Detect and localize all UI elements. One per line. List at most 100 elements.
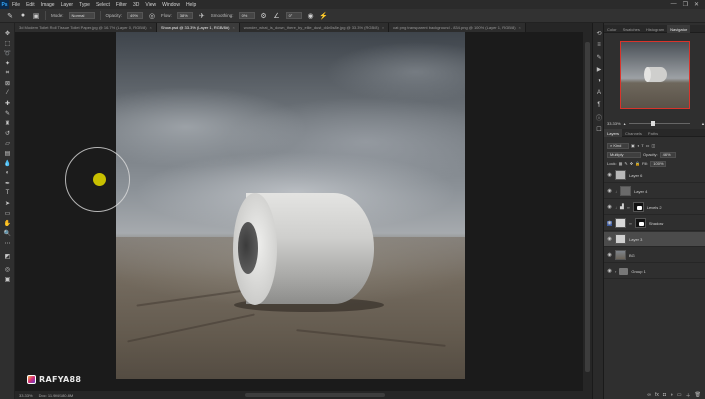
gradient-tool-icon[interactable]: ▤ [3,149,12,157]
layer-row[interactable]: ◉ Layer 6 [604,168,705,183]
adjustments-icon[interactable]: ◑ [595,77,603,85]
libraries-icon[interactable]: ☐ [595,125,603,133]
zoom-slider-knob[interactable] [650,120,655,126]
pressure-size-icon[interactable]: ◉ [307,12,315,20]
menu-image[interactable]: Image [38,2,58,8]
zoom-in-icon[interactable]: ▲ [701,121,705,126]
doc-size[interactable]: Doc: 11.9M/180.8M [39,393,74,398]
info-icon[interactable]: ⓘ [595,113,603,122]
zoom-tool-icon[interactable]: 🔍 [3,229,12,237]
angle-field[interactable]: 0° [285,12,302,19]
airbrush-icon[interactable]: ✈ [198,12,206,20]
pen-tool-icon[interactable]: ✒ [3,179,12,187]
lock-paint-icon[interactable]: ✎ [624,161,627,166]
scrollbar-thumb[interactable] [245,393,385,397]
visibility-eye-icon[interactable]: ◉ [607,252,612,258]
link-layers-icon[interactable]: ∞ [647,392,651,398]
properties-icon[interactable]: ≡ [595,41,603,49]
menu-layer[interactable]: Layer [58,2,77,8]
smart-object-filter-icon[interactable]: ◫ [651,143,655,148]
layer-row[interactable]: ◉ ∞ Shadow [604,216,705,231]
hand-tool-icon[interactable]: ✋ [3,219,12,227]
document-canvas[interactable] [116,32,465,379]
add-mask-icon[interactable]: ◘ [663,392,666,398]
mode-dropdown[interactable]: Normal [68,12,95,19]
vertical-scrollbar[interactable] [583,32,592,391]
crop-tool-icon[interactable]: ⌗ [3,69,12,77]
shape-tool-icon[interactable]: ▭ [3,209,12,217]
brush-settings-icon[interactable]: ✎ [595,53,603,61]
tab-wonder-jpg[interactable]: wonder_what_is_down_there_by_ellie_dust_… [239,23,390,32]
brush-tool-icon[interactable]: ✎ [6,12,14,20]
menu-filter[interactable]: Filter [113,2,130,8]
smoothing-field[interactable]: 0% [238,12,255,19]
lock-move-icon[interactable]: ✥ [630,161,633,166]
navigator-zoom-slider[interactable] [628,120,691,126]
minimize-button[interactable]: — [671,1,677,8]
visibility-eye-icon[interactable]: ◉ [607,236,612,242]
eraser-tool-icon[interactable]: ▱ [3,139,12,147]
tab-toilet-roll-jpg[interactable]: 3d Modern Toilet Roll Tissue Toilet Pape… [15,23,157,32]
close-tab-icon[interactable]: × [382,25,384,30]
layer-opacity-field[interactable]: 46% [659,151,676,158]
kind-filter-dropdown[interactable]: ⌕ Kind [607,142,629,149]
shape-filter-icon[interactable]: ▭ [646,143,650,148]
close-button[interactable]: ✕ [694,1,699,8]
pixel-filter-icon[interactable]: ▣ [631,143,635,148]
quick-select-tool-icon[interactable]: ✦ [3,59,12,67]
clone-stamp-tool-icon[interactable]: ♜ [3,119,12,127]
brush-tool-icon[interactable]: ✎ [3,109,12,117]
screen-mode-icon[interactable]: ▣ [3,275,12,283]
lock-all-icon[interactable]: 🔒 [635,161,640,166]
frame-tool-icon[interactable]: ⊠ [3,79,12,87]
tab-layers[interactable]: Layers [604,129,623,137]
actions-icon[interactable]: ▶ [595,65,603,73]
color-swatches-icon[interactable]: ◩ [3,252,12,260]
angle-icon[interactable]: ∠ [273,12,281,20]
history-icon[interactable]: ⟲ [595,29,603,37]
history-brush-tool-icon[interactable]: ↺ [3,129,12,137]
tab-swatches[interactable]: Swatches [620,25,643,33]
photoshop-logo-icon[interactable]: Ps [0,0,9,9]
menu-window[interactable]: Window [159,2,183,8]
layer-row[interactable]: ◉ ↓ Layer 4 [604,184,705,199]
layer-mask-thumbnail[interactable] [634,218,646,228]
eyedropper-tool-icon[interactable]: ⁄ [3,89,12,97]
navigator-zoom-value[interactable]: 33.33% [607,121,621,126]
brush-settings-icon[interactable]: ▣ [32,12,40,20]
paragraph-icon[interactable]: ¶ [595,101,603,109]
gear-icon[interactable]: ⚙ [260,12,268,20]
layer-row[interactable]: ◉ › Group 1 [604,264,705,279]
lock-pixels-icon[interactable]: ▦ [619,161,623,166]
layer-style-icon[interactable]: fx [655,392,659,398]
type-tool-icon[interactable]: T [3,189,12,197]
opacity-field[interactable]: 49% [127,12,144,19]
layer-row[interactable]: ◉ BG [604,248,705,263]
chain-link-icon[interactable]: ∞ [627,205,630,210]
visibility-eye-icon[interactable]: ◉ [607,172,612,178]
menu-view[interactable]: View [142,2,159,8]
menu-type[interactable]: Type [76,2,93,8]
canvas-area[interactable]: RAFYA88 [15,32,592,391]
new-adjustment-icon[interactable]: ◑ [670,392,673,398]
more-tools-icon[interactable]: ⋯ [3,239,12,247]
chain-link-icon[interactable]: ∞ [629,221,632,226]
marquee-tool-icon[interactable]: ⬚ [3,39,12,47]
tab-color[interactable]: Color [604,25,620,33]
menu-select[interactable]: Select [93,2,113,8]
blur-tool-icon[interactable]: 💧 [3,159,12,167]
tab-paths[interactable]: Paths [645,129,661,137]
visibility-eye-icon[interactable]: ◉ [607,268,612,274]
zoom-level[interactable]: 33.33% [19,393,33,398]
dodge-tool-icon[interactable]: ◐ [3,169,12,177]
visibility-eye-icon[interactable]: ◉ [607,220,612,226]
move-tool-icon[interactable]: ✥ [3,29,12,37]
pressure-opacity-icon[interactable]: ◎ [148,12,156,20]
tab-channels[interactable]: Channels [622,129,645,137]
menu-3d[interactable]: 3D [130,2,142,8]
new-layer-icon[interactable]: ＋ [686,392,691,399]
symmetry-icon[interactable]: ⚡ [319,12,328,20]
menu-file[interactable]: File [9,2,23,8]
menu-edit[interactable]: Edit [23,2,38,8]
brush-preset-picker-icon[interactable]: ● [19,12,27,20]
